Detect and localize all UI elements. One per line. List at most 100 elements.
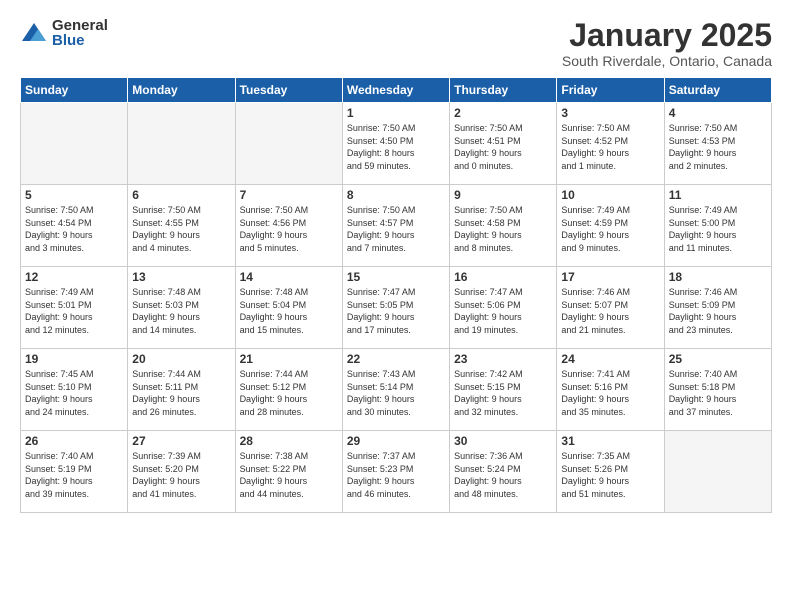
day-info: Sunrise: 7:48 AM Sunset: 5:03 PM Dayligh… — [132, 286, 230, 336]
table-row: 17Sunrise: 7:46 AM Sunset: 5:07 PM Dayli… — [557, 267, 664, 349]
day-info: Sunrise: 7:49 AM Sunset: 5:01 PM Dayligh… — [25, 286, 123, 336]
day-info: Sunrise: 7:50 AM Sunset: 4:53 PM Dayligh… — [669, 122, 767, 172]
table-row: 1 Sunrise: 7:50 AM Sunset: 4:50 PM Daylig… — [342, 103, 449, 185]
table-row: 22 Sunrise: 7:43 AM Sunset: 5:14 PM Dayli… — [342, 349, 449, 431]
table-row: 20Sunrise: 7:44 AM Sunset: 5:11 PM Dayli… — [128, 349, 235, 431]
day-info: Sunrise: 7:42 AM Sunset: 5:15 PM Dayligh… — [454, 368, 552, 418]
logo-general: General — [52, 18, 108, 33]
day-number: 14 — [240, 270, 338, 284]
day-info: Sunrise: 7:38 AM Sunset: 5:22 PM Dayligh… — [240, 450, 338, 500]
header-monday: Monday — [128, 78, 235, 103]
day-number: 1 — [347, 106, 445, 120]
day-number: 26 — [25, 434, 123, 448]
table-row: 5 Sunrise: 7:50 AM Sunset: 4:54 PM Daylig… — [21, 185, 128, 267]
table-row: 16Sunrise: 7:47 AM Sunset: 5:06 PM Dayli… — [450, 267, 557, 349]
day-number: 31 — [561, 434, 659, 448]
day-info: Sunrise: 7:39 AM Sunset: 5:20 PM Dayligh… — [132, 450, 230, 500]
table-row: 7 Sunrise: 7:50 AM Sunset: 4:56 PM Daylig… — [235, 185, 342, 267]
table-row — [235, 103, 342, 185]
day-number: 18 — [669, 270, 767, 284]
calendar-title: January 2025 — [562, 18, 772, 53]
table-row: 24 Sunrise: 7:41 AM Sunset: 5:16 PM Dayli… — [557, 349, 664, 431]
day-info: Sunrise: 7:44 AM Sunset: 5:12 PM Dayligh… — [240, 368, 338, 418]
day-number: 27 — [132, 434, 230, 448]
day-number: 10 — [561, 188, 659, 202]
header-friday: Friday — [557, 78, 664, 103]
day-info: Sunrise: 7:35 AM Sunset: 5:26 PM Dayligh… — [561, 450, 659, 500]
table-row: 8 Sunrise: 7:50 AM Sunset: 4:57 PM Daylig… — [342, 185, 449, 267]
day-info: Sunrise: 7:40 AM Sunset: 5:19 PM Dayligh… — [25, 450, 123, 500]
day-number: 23 — [454, 352, 552, 366]
table-row: 28 Sunrise: 7:38 AM Sunset: 5:22 PM Dayli… — [235, 431, 342, 513]
day-number: 29 — [347, 434, 445, 448]
day-number: 21 — [240, 352, 338, 366]
calendar-week-row: 12 Sunrise: 7:49 AM Sunset: 5:01 PM Dayli… — [21, 267, 772, 349]
day-info: Sunrise: 7:40 AM Sunset: 5:18 PM Dayligh… — [669, 368, 767, 418]
calendar-subtitle: South Riverdale, Ontario, Canada — [562, 53, 772, 69]
table-row: 29 Sunrise: 7:37 AM Sunset: 5:23 PM Dayli… — [342, 431, 449, 513]
day-number: 9 — [454, 188, 552, 202]
day-number: 3 — [561, 106, 659, 120]
table-row: 26 Sunrise: 7:40 AM Sunset: 5:19 PM Dayli… — [21, 431, 128, 513]
table-row: 15Sunrise: 7:47 AM Sunset: 5:05 PM Dayli… — [342, 267, 449, 349]
day-number: 28 — [240, 434, 338, 448]
table-row — [21, 103, 128, 185]
table-row — [128, 103, 235, 185]
day-number: 5 — [25, 188, 123, 202]
table-row: 10Sunrise: 7:49 AM Sunset: 4:59 PM Dayli… — [557, 185, 664, 267]
table-row: 31 Sunrise: 7:35 AM Sunset: 5:26 PM Dayli… — [557, 431, 664, 513]
header-saturday: Saturday — [664, 78, 771, 103]
day-info: Sunrise: 7:46 AM Sunset: 5:09 PM Dayligh… — [669, 286, 767, 336]
day-info: Sunrise: 7:49 AM Sunset: 5:00 PM Dayligh… — [669, 204, 767, 254]
day-info: Sunrise: 7:47 AM Sunset: 5:05 PM Dayligh… — [347, 286, 445, 336]
table-row: 12 Sunrise: 7:49 AM Sunset: 5:01 PM Dayli… — [21, 267, 128, 349]
table-row — [664, 431, 771, 513]
header-thursday: Thursday — [450, 78, 557, 103]
day-number: 16 — [454, 270, 552, 284]
day-info: Sunrise: 7:43 AM Sunset: 5:14 PM Dayligh… — [347, 368, 445, 418]
day-info: Sunrise: 7:50 AM Sunset: 4:52 PM Dayligh… — [561, 122, 659, 172]
day-number: 30 — [454, 434, 552, 448]
day-number: 13 — [132, 270, 230, 284]
logo-icon — [20, 19, 48, 47]
day-info: Sunrise: 7:41 AM Sunset: 5:16 PM Dayligh… — [561, 368, 659, 418]
table-row: 23 Sunrise: 7:42 AM Sunset: 5:15 PM Dayli… — [450, 349, 557, 431]
day-number: 12 — [25, 270, 123, 284]
day-info: Sunrise: 7:45 AM Sunset: 5:10 PM Dayligh… — [25, 368, 123, 418]
table-row: 4 Sunrise: 7:50 AM Sunset: 4:53 PM Daylig… — [664, 103, 771, 185]
day-number: 22 — [347, 352, 445, 366]
header-sunday: Sunday — [21, 78, 128, 103]
day-number: 4 — [669, 106, 767, 120]
day-number: 25 — [669, 352, 767, 366]
day-number: 24 — [561, 352, 659, 366]
header-wednesday: Wednesday — [342, 78, 449, 103]
calendar-week-row: 5 Sunrise: 7:50 AM Sunset: 4:54 PM Daylig… — [21, 185, 772, 267]
day-number: 8 — [347, 188, 445, 202]
calendar-week-row: 26 Sunrise: 7:40 AM Sunset: 5:19 PM Dayli… — [21, 431, 772, 513]
day-number: 19 — [25, 352, 123, 366]
day-info: Sunrise: 7:50 AM Sunset: 4:51 PM Dayligh… — [454, 122, 552, 172]
table-row: 3 Sunrise: 7:50 AM Sunset: 4:52 PM Daylig… — [557, 103, 664, 185]
title-area: January 2025 South Riverdale, Ontario, C… — [562, 18, 772, 69]
day-number: 7 — [240, 188, 338, 202]
header: General Blue January 2025 South Riverdal… — [20, 18, 772, 69]
day-info: Sunrise: 7:37 AM Sunset: 5:23 PM Dayligh… — [347, 450, 445, 500]
table-row: 9Sunrise: 7:50 AM Sunset: 4:58 PM Daylig… — [450, 185, 557, 267]
day-info: Sunrise: 7:48 AM Sunset: 5:04 PM Dayligh… — [240, 286, 338, 336]
logo-text: General Blue — [52, 18, 108, 48]
day-number: 2 — [454, 106, 552, 120]
table-row: 27 Sunrise: 7:39 AM Sunset: 5:20 PM Dayli… — [128, 431, 235, 513]
table-row: 30 Sunrise: 7:36 AM Sunset: 5:24 PM Dayli… — [450, 431, 557, 513]
day-number: 6 — [132, 188, 230, 202]
table-row: 21 Sunrise: 7:44 AM Sunset: 5:12 PM Dayli… — [235, 349, 342, 431]
day-info: Sunrise: 7:36 AM Sunset: 5:24 PM Dayligh… — [454, 450, 552, 500]
day-info: Sunrise: 7:50 AM Sunset: 4:57 PM Dayligh… — [347, 204, 445, 254]
day-info: Sunrise: 7:50 AM Sunset: 4:50 PM Dayligh… — [347, 122, 445, 172]
table-row: 14 Sunrise: 7:48 AM Sunset: 5:04 PM Dayli… — [235, 267, 342, 349]
day-number: 11 — [669, 188, 767, 202]
day-info: Sunrise: 7:44 AM Sunset: 5:11 PM Dayligh… — [132, 368, 230, 418]
day-info: Sunrise: 7:50 AM Sunset: 4:54 PM Dayligh… — [25, 204, 123, 254]
table-row: 11 Sunrise: 7:49 AM Sunset: 5:00 PM Dayli… — [664, 185, 771, 267]
day-info: Sunrise: 7:50 AM Sunset: 4:56 PM Dayligh… — [240, 204, 338, 254]
table-row: 19 Sunrise: 7:45 AM Sunset: 5:10 PM Dayli… — [21, 349, 128, 431]
